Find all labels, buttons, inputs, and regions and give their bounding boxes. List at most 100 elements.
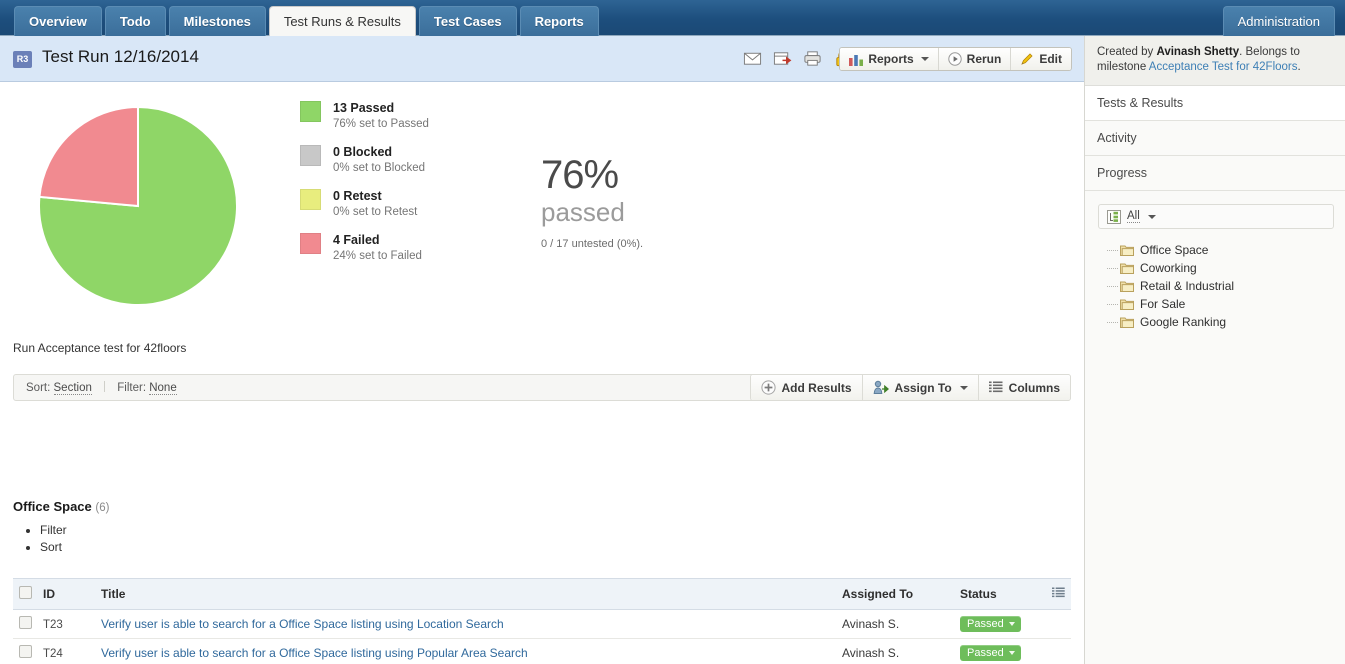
column-header-title[interactable]: Title	[97, 578, 838, 610]
pie-chart-legend: 13 Passed 76% set to Passed 0 Blocked 0% se…	[300, 101, 520, 277]
tab-reports[interactable]: Reports	[519, 6, 599, 36]
sidebar-section-tests-results[interactable]: Tests & Results	[1085, 86, 1345, 121]
pass-percent-label: passed	[541, 197, 625, 227]
select-all-header	[13, 578, 39, 610]
columns-button[interactable]: Columns	[978, 375, 1070, 400]
legend-sub-label: 76% set to Passed	[333, 118, 429, 130]
section-bullet-sort[interactable]: Sort	[40, 540, 67, 554]
row-checkbox[interactable]	[19, 645, 32, 658]
add-results-button[interactable]: Add Results	[750, 375, 863, 400]
tree-node-retail-industrial[interactable]: Retail & Industrial	[1107, 277, 1345, 295]
row-checkbox[interactable]	[19, 616, 32, 629]
right-sidebar: Created by Avinash Shetty. Belongs to mi…	[1084, 36, 1345, 664]
tests-table-header-row: ID Title Assigned To Status	[13, 578, 1071, 610]
untested-note: 0 / 17 untested (0%).	[541, 238, 644, 250]
edit-button-label: Edit	[1039, 52, 1062, 66]
row-id-cell: T23	[39, 609, 97, 639]
chevron-down-icon	[1008, 651, 1015, 655]
table-row[interactable]: T24 Verify user is able to search for a O…	[13, 638, 1071, 664]
sort-filter-divider	[104, 381, 106, 392]
tree-connector	[1107, 267, 1118, 269]
folder-icon	[1120, 263, 1134, 274]
tree-node-for-sale[interactable]: For Sale	[1107, 295, 1345, 313]
status-badge[interactable]: Passed	[960, 616, 1021, 632]
tab-test-cases[interactable]: Test Cases	[418, 6, 517, 36]
tab-milestones[interactable]: Milestones	[168, 6, 266, 36]
sidebar-section-progress[interactable]: Progress	[1085, 156, 1345, 191]
reports-button-label: Reports	[868, 52, 914, 66]
columns-icon	[988, 381, 1003, 393]
tab-administration[interactable]: Administration	[1222, 6, 1335, 36]
reports-button[interactable]: Reports	[840, 48, 939, 70]
column-header-status[interactable]: Status	[956, 578, 1048, 610]
email-icon[interactable]	[743, 49, 762, 68]
row-id-cell: T24	[39, 638, 97, 664]
tab-overview[interactable]: Overview	[14, 6, 102, 36]
legend-sub-label: 0% set to Retest	[333, 206, 418, 218]
assign-to-button[interactable]: Assign To	[862, 375, 979, 400]
app-root: Overview Todo Milestones Test Runs & Result…	[0, 0, 1345, 664]
tree-connector	[1107, 285, 1118, 287]
filter-value-link[interactable]: None	[149, 382, 177, 395]
legend-row-blocked: 0 Blocked 0% set to Blocked	[300, 145, 520, 174]
tests-table: ID Title Assigned To Status T23 Verify u…	[13, 578, 1071, 664]
sort-value-link[interactable]: Section	[53, 382, 92, 395]
header-button-group: Reports Rerun Edit	[839, 47, 1072, 71]
tree-connector	[1107, 249, 1118, 251]
assign-to-label: Assign To	[894, 380, 952, 395]
sort-prefix-label: Sort:	[26, 382, 51, 394]
person-arrow-icon	[873, 380, 889, 394]
tab-todo[interactable]: Todo	[104, 6, 166, 36]
add-results-label: Add Results	[781, 380, 852, 395]
legend-row-retest: 0 Retest 0% set to Retest	[300, 189, 520, 218]
section-bullet-list: Filter Sort	[13, 523, 67, 557]
milestone-link[interactable]: Acceptance Test for 42Floors	[1149, 61, 1298, 73]
tab-test-runs-results[interactable]: Test Runs & Results	[268, 6, 416, 36]
row-title-link[interactable]: Verify user is able to search for a Offi…	[101, 646, 528, 660]
row-title-cell: Verify user is able to search for a Offi…	[97, 609, 838, 639]
row-title-cell: Verify user is able to search for a Offi…	[97, 638, 838, 664]
pass-percent-block: 76% passed 0 / 17 untested (0%).	[541, 155, 771, 250]
title-bar-icon-group	[743, 49, 852, 68]
table-row[interactable]: T23 Verify user is able to search for a O…	[13, 609, 1071, 639]
bar-chart-icon	[849, 54, 864, 66]
row-spacer-cell	[1048, 609, 1071, 639]
row-id: T24	[43, 648, 63, 660]
filter-prefix-label: Filter:	[117, 382, 147, 394]
sidebar-section-activity[interactable]: Activity	[1085, 121, 1345, 156]
column-options-header[interactable]	[1048, 578, 1071, 610]
run-badge: R3	[13, 51, 32, 68]
sidebar-scope-filter[interactable]: All	[1098, 204, 1334, 229]
column-header-id[interactable]: ID	[39, 578, 97, 610]
created-by-name: Avinash Shetty	[1156, 46, 1240, 58]
edit-button[interactable]: Edit	[1011, 48, 1071, 70]
chevron-down-icon	[1147, 214, 1156, 219]
status-badge[interactable]: Passed	[960, 645, 1021, 661]
legend-swatch-retest	[300, 189, 321, 210]
tree-node-office-space[interactable]: Office Space	[1107, 241, 1345, 259]
legend-count-label: 0 Retest	[333, 189, 382, 203]
tests-table-head: ID Title Assigned To Status	[13, 578, 1071, 610]
tree-node-label: Office Space	[1140, 243, 1209, 257]
tree-node-google-ranking[interactable]: Google Ranking	[1107, 313, 1345, 331]
column-header-assigned-to[interactable]: Assigned To	[838, 578, 956, 610]
columns-label: Columns	[1008, 380, 1060, 395]
pass-percent-number: 76%	[541, 153, 619, 197]
row-select-cell	[13, 638, 39, 664]
tree-node-label: Retail & Industrial	[1140, 279, 1235, 293]
row-status-cell: Passed	[956, 638, 1048, 664]
folder-icon	[1120, 245, 1134, 256]
select-all-checkbox[interactable]	[19, 586, 32, 599]
tree-node-coworking[interactable]: Coworking	[1107, 259, 1345, 277]
export-icon[interactable]	[773, 49, 792, 68]
print-icon[interactable]	[803, 49, 822, 68]
rerun-button-label: Rerun	[966, 52, 1002, 66]
section-bullet-filter[interactable]: Filter	[40, 523, 67, 537]
folder-icon	[1120, 281, 1134, 292]
folder-icon	[1120, 299, 1134, 310]
rerun-button[interactable]: Rerun	[938, 48, 1012, 70]
legend-swatch-passed	[300, 101, 321, 122]
row-title-link[interactable]: Verify user is able to search for a Offi…	[101, 617, 504, 631]
columns-options-icon	[1052, 587, 1065, 597]
legend-count-label: 4 Failed	[333, 233, 380, 247]
